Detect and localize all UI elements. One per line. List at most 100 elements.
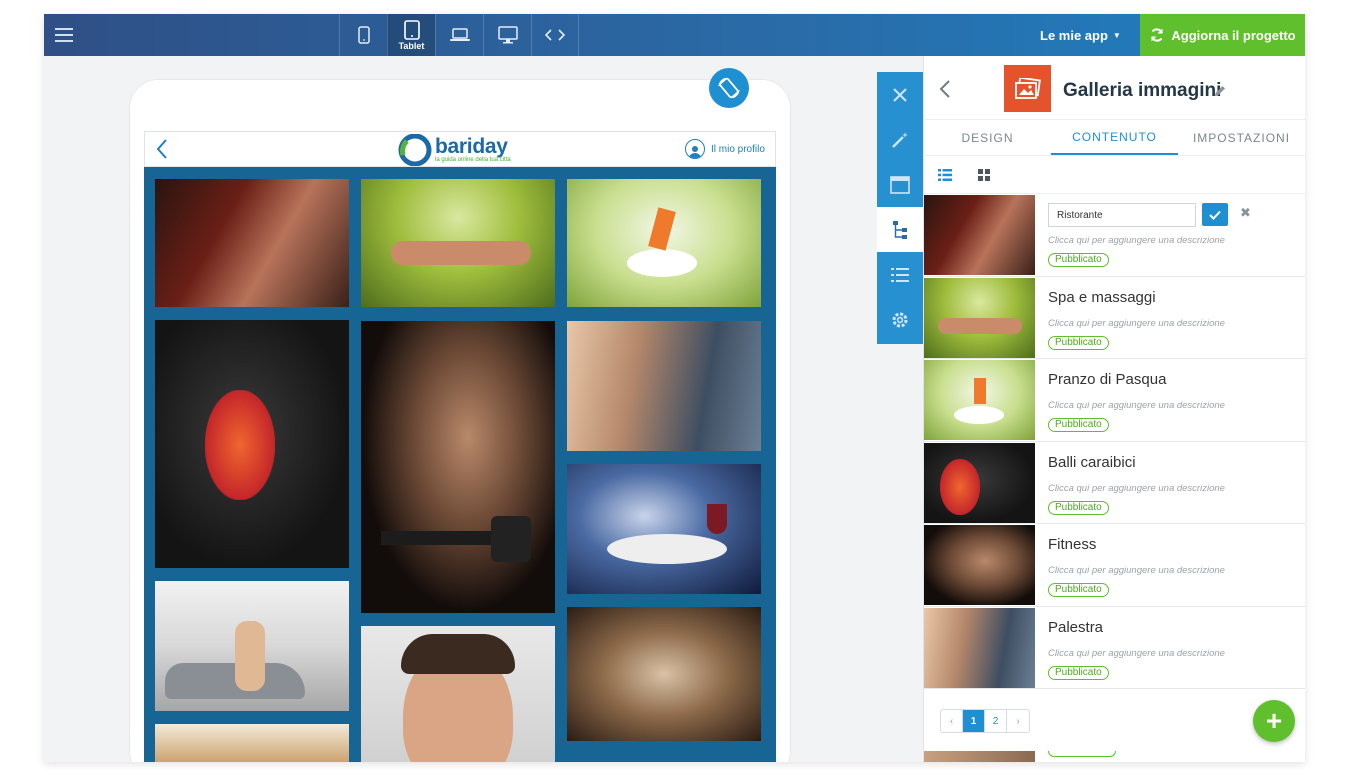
gallery-photo-dinner[interactable] [567,464,761,594]
device-desktop-button[interactable] [483,14,531,56]
device-tablet-label: Tablet [398,40,425,51]
item-title[interactable]: Spa e massaggi [1048,289,1156,306]
pencil-icon[interactable] [1213,84,1227,98]
status-badge: Pubblicato [1048,665,1109,680]
tab-design[interactable]: DESIGN [924,120,1051,155]
pagination-row: ‹ 1 2 › + [924,691,1305,751]
code-icon [545,29,565,41]
item-description[interactable]: Clicca qui per aggiungere una descrizion… [1048,565,1225,576]
gallery-photo-fitness[interactable] [361,321,555,613]
device-phone-button[interactable] [339,14,387,56]
hamburger-icon [55,28,73,42]
tab-settings[interactable]: IMPOSTAZIONI [1178,120,1305,155]
my-profile-label: Il mio profilo [711,143,765,155]
item-title[interactable]: Balli caraibici [1048,454,1136,471]
grid-view-icon[interactable] [978,168,990,181]
gallery-photo-gym[interactable] [567,321,761,451]
gallery-photo-restaurant[interactable] [155,179,349,307]
gallery-photo-spa[interactable] [361,179,555,307]
list-icon [891,267,909,282]
list-item[interactable]: Fitness Clicca qui per aggiungere una de… [924,524,1305,607]
gallery-photo-easter-lunch[interactable] [567,179,761,307]
device-code-button[interactable] [531,14,579,56]
status-badge: Pubblicato [1048,583,1109,597]
next-page-button[interactable]: › [1007,710,1029,732]
phone-icon [357,26,370,44]
gallery-icon [1004,65,1051,112]
app-header: bariday la guida online della tua città … [144,131,776,167]
status-badge: Pubblicato [1048,253,1109,267]
tool-layout-button[interactable] [877,162,923,207]
list-item[interactable]: Balli caraibici Clicca qui per aggiunger… [924,442,1305,524]
tool-close-button[interactable] [877,72,923,117]
cancel-icon[interactable]: ✖ [1240,205,1251,221]
tree-icon [893,220,907,239]
gallery-photo-partial[interactable] [155,724,349,762]
status-badge: Pubblicato [1048,335,1109,350]
confirm-button[interactable] [1202,203,1228,226]
rotate-device-button[interactable] [709,68,749,108]
gallery-photo-party[interactable] [567,607,761,741]
caret-down-icon: ▼ [1112,30,1121,40]
list-item[interactable]: Pranzo di Pasqua Clicca qui per aggiunge… [924,359,1305,442]
tool-list-button[interactable] [877,252,923,297]
top-bar: Tablet Le mie app ▼ Aggiorna il progetto [44,14,1305,56]
device-tablet-button[interactable]: Tablet [387,14,435,56]
item-title[interactable]: Fitness [1048,536,1096,553]
panel-tabs: DESIGN CONTENUTO IMPOSTAZIONI [924,120,1305,156]
pagination: ‹ 1 2 › [940,709,1030,733]
logo-tagline: la guida online della tua città [435,156,511,163]
status-badge: Pubblicato [1048,418,1109,432]
gallery-photo-portrait[interactable] [361,626,555,762]
item-title[interactable]: Pranzo di Pasqua [1048,371,1166,388]
bariday-logo: bariday la guida online della tua città [398,134,511,166]
device-switcher: Tablet [339,14,579,56]
hamburger-menu-button[interactable] [44,14,84,56]
back-arrow-icon[interactable] [153,137,173,161]
my-apps-dropdown[interactable]: Le mie app ▼ [1040,14,1121,56]
my-apps-label: Le mie app [1040,27,1108,43]
add-item-button[interactable]: + [1253,700,1295,742]
prev-page-button[interactable]: ‹ [941,710,963,732]
item-description[interactable]: Clicca qui per aggiungere una descrizion… [1048,235,1225,246]
device-laptop-button[interactable] [435,14,483,56]
close-icon [893,87,907,102]
item-description[interactable]: Clicca qui per aggiungere una descrizion… [1048,318,1225,329]
list-item[interactable]: Palestra Clicca qui per aggiungere una d… [924,607,1305,689]
item-title-input[interactable]: Ristorante [1048,203,1196,227]
item-description[interactable]: Clicca qui per aggiungere una descrizion… [1048,400,1225,411]
item-thumbnail [924,525,1035,605]
app-preview-screen: bariday la guida online della tua città … [144,131,776,762]
bariday-logo-mark [398,134,432,166]
desktop-icon [497,26,518,44]
item-thumbnail [924,195,1035,275]
logo-word: bariday [435,134,508,158]
update-project-label: Aggiorna il progetto [1171,27,1296,43]
my-profile-link[interactable]: Il mio profilo [685,139,765,159]
content-panel: Galleria immagini DESIGN CONTENUTO IMPOS… [923,56,1305,762]
panel-back-icon[interactable] [938,78,952,100]
page-2-button[interactable]: 2 [985,710,1007,732]
list-view-icon[interactable] [938,168,952,181]
list-item[interactable]: Ristorante ✖ Clicca qui per aggiungere u… [924,194,1305,277]
update-project-button[interactable]: Aggiorna il progetto [1140,14,1305,56]
app-window: Tablet Le mie app ▼ Aggiorna il progetto [44,14,1305,762]
item-description[interactable]: Clicca qui per aggiungere una descrizion… [1048,648,1225,659]
gallery-photo-caribbean-dance[interactable] [155,320,349,568]
gallery-photo-car[interactable] [155,581,349,711]
editor-tool-strip [877,72,923,344]
tool-structure-button[interactable] [877,207,923,252]
refresh-icon [1151,28,1164,42]
page-1-button[interactable]: 1 [963,710,985,732]
user-icon [685,139,705,159]
item-title[interactable]: Palestra [1048,619,1103,636]
item-description[interactable]: Clicca qui per aggiungere una descrizion… [1048,483,1225,494]
list-item[interactable]: Spa e massaggi Clicca qui per aggiungere… [924,277,1305,359]
tool-design-button[interactable] [877,117,923,162]
tab-content[interactable]: CONTENUTO [1051,120,1178,155]
tablet-icon [403,19,420,40]
list-item [924,751,1305,762]
panel-title: Galleria immagini [1063,80,1222,101]
tool-settings-button[interactable] [877,297,923,342]
rotate-icon [718,77,740,99]
